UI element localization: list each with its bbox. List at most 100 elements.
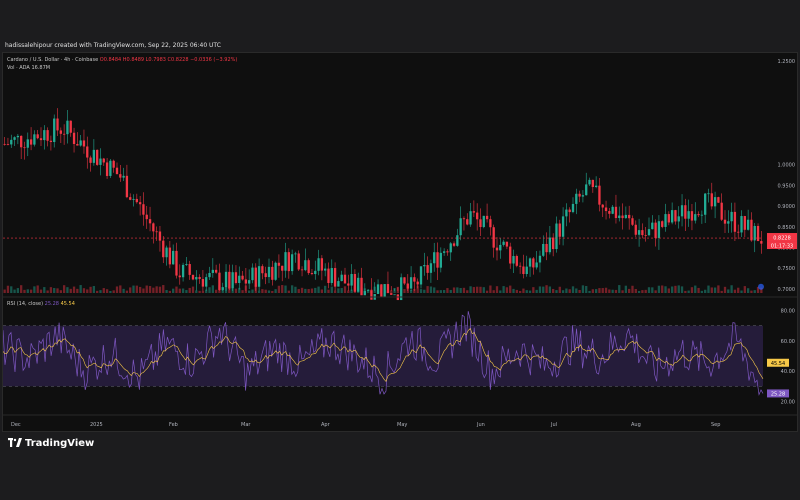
volume-bar (578, 289, 581, 293)
rsi-title: RSI (14, close) (7, 301, 44, 307)
volume-bar (476, 286, 479, 293)
price-candle (694, 214, 697, 221)
price-scale-label: 0.9000 (778, 204, 796, 210)
price-candle (281, 265, 284, 271)
volume-bar (10, 286, 13, 293)
price-candle (515, 256, 518, 266)
price-candle (423, 265, 426, 267)
volume-bar (442, 290, 446, 293)
volume-bar (446, 288, 449, 293)
price-candle (737, 231, 740, 233)
volume-bar (129, 287, 132, 293)
tradingview-brand: TradingView (8, 438, 94, 449)
volume-bar (720, 290, 723, 293)
volume-bar (555, 290, 558, 293)
price-scale-label: 0.9500 (778, 183, 796, 189)
volume-bar (419, 289, 423, 293)
price-candle (426, 265, 429, 273)
price-candle (482, 215, 485, 228)
chart-svg[interactable]: 1.25001.00000.95000.90000.85000.80000.75… (3, 53, 798, 432)
volume-bar (119, 285, 122, 293)
volume-bar (172, 288, 175, 293)
price-candle (730, 211, 733, 222)
price-candle (287, 252, 290, 272)
volume-bar (135, 285, 138, 293)
volume-bar (271, 290, 274, 293)
price-candle (644, 235, 647, 236)
volume-bar (82, 288, 86, 293)
volume-bar (680, 286, 684, 293)
price-candle (10, 139, 13, 145)
volume-bar (300, 287, 304, 293)
time-axis-label: Apr (321, 422, 331, 428)
price-panel[interactable]: 1.25001.00000.95000.90000.85000.80000.75… (3, 59, 797, 301)
price-candle (162, 240, 165, 258)
volume-bar (403, 289, 406, 293)
volume-bar (469, 286, 472, 293)
price-candle (297, 253, 300, 270)
price-scale-label: 0.7000 (778, 287, 796, 293)
price-candle (198, 277, 201, 279)
volume-bar (730, 285, 733, 293)
price-candle (641, 230, 644, 236)
price-candle (704, 193, 707, 215)
volume-bar (737, 287, 740, 293)
volume-bar (152, 287, 155, 293)
price-candle (46, 130, 49, 141)
price-candle (637, 230, 641, 235)
volume-bar (750, 290, 753, 293)
volume-bar (575, 288, 578, 293)
price-candle (509, 246, 512, 264)
chart-container[interactable]: 1.25001.00000.95000.90000.85000.80000.75… (2, 52, 798, 432)
volume-bar (337, 288, 340, 293)
rsi-panel[interactable]: 80.00 60.00 40.00 20.00 45.54 25.28 (3, 309, 795, 406)
volume-bar (684, 290, 687, 293)
volume-bar (79, 285, 82, 293)
price-candle (59, 130, 62, 134)
price-candle (492, 227, 495, 248)
price-candle (446, 251, 449, 253)
price-candle (393, 294, 396, 296)
volume-bar (674, 285, 677, 293)
price-candle (647, 229, 651, 236)
volume-bar (518, 290, 522, 293)
volume-bar (664, 286, 667, 293)
time-axis-label: Feb (169, 422, 178, 428)
price-candle (628, 214, 631, 219)
price-candle (713, 197, 717, 207)
time-axis-label: 2025 (90, 422, 103, 428)
volume-bar (155, 286, 158, 293)
price-candle (390, 293, 393, 295)
price-candle (244, 279, 248, 284)
price-candle (132, 198, 135, 200)
volume-bar (274, 289, 277, 293)
volume-bar (99, 290, 102, 293)
price-candle (598, 185, 601, 205)
volume-bar (456, 287, 459, 293)
price-candle (231, 272, 234, 289)
price-candle (238, 275, 241, 283)
volume-bar (178, 288, 181, 293)
price-candle (165, 247, 168, 258)
price-candle (588, 179, 591, 185)
volume-bar (423, 289, 426, 293)
price-candle (601, 204, 604, 208)
volume-bar (416, 285, 419, 293)
rsi-ma-badge-label: 45.54 (771, 361, 785, 367)
price-candle (555, 223, 558, 250)
volume-bar (158, 286, 162, 293)
volume-bar (713, 287, 717, 293)
volume-bar (248, 290, 251, 293)
volume-bar (76, 288, 79, 293)
volume-bar (581, 285, 585, 293)
price-candle (684, 205, 687, 219)
volume-bar (588, 290, 591, 293)
time-axis-label: Sep (711, 422, 720, 428)
volume-bar (704, 289, 707, 293)
price-candle (337, 281, 340, 287)
price-candle (476, 212, 479, 220)
volume-bar (353, 286, 357, 293)
volume-bar (413, 288, 416, 293)
price-candle (581, 195, 585, 197)
price-candle (277, 262, 281, 266)
